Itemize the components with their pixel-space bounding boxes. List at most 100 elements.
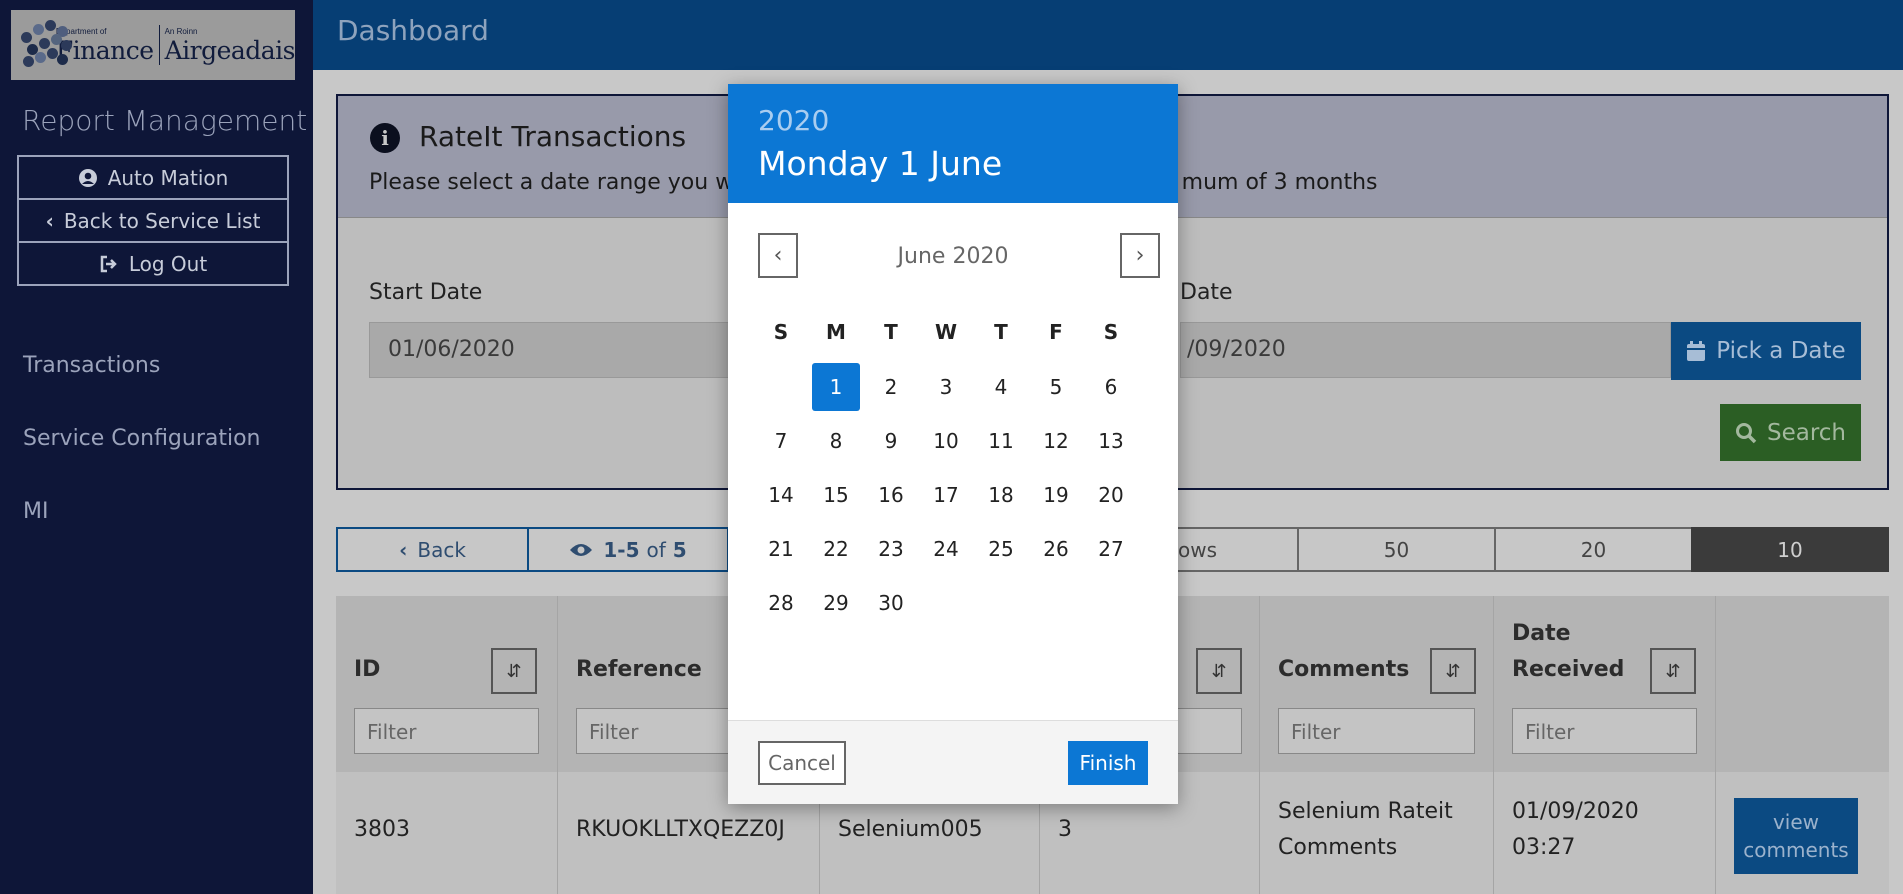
auto-mation-button[interactable]: Auto Mation [17, 155, 289, 200]
calendar-day[interactable]: 6 [1087, 363, 1135, 411]
top-bar: Dashboard [313, 0, 1903, 70]
sidebar-title: Report Management [22, 104, 308, 137]
calendar-day[interactable]: 5 [1032, 363, 1080, 411]
month-label: June 2020 [897, 244, 1009, 269]
sort-icon[interactable]: ⇵ [1196, 648, 1242, 694]
calendar-day[interactable]: 18 [977, 471, 1025, 519]
calendar-day[interactable]: 15 [812, 471, 860, 519]
cell-date-received: 01/09/2020 03:27 [1512, 799, 1639, 860]
sign-out-icon [100, 255, 117, 272]
chevron-left-icon: ‹ [45, 208, 54, 233]
back-to-service-list-label: Back to Service List [63, 208, 261, 233]
filter-date-input[interactable]: Filter [1512, 708, 1697, 754]
date-picker-footer: Cancel Finish [728, 720, 1178, 804]
calendar-day[interactable]: 4 [977, 363, 1025, 411]
log-out-button[interactable]: Log Out [17, 241, 289, 286]
header-comments: Comments [1278, 657, 1410, 682]
calendar-day[interactable]: 22 [812, 525, 860, 573]
calendar-day[interactable]: 27 [1087, 525, 1135, 573]
calendar-day[interactable]: 2 [867, 363, 915, 411]
auto-mation-label: Auto Mation [107, 165, 229, 190]
calendar-day[interactable]: 29 [812, 579, 860, 627]
sort-icon[interactable]: ⇵ [1650, 648, 1696, 694]
calendar-day[interactable]: 19 [1032, 471, 1080, 519]
back-label: Back [417, 537, 466, 562]
sidebar-item-service-configuration[interactable]: Service Configuration [23, 426, 261, 451]
header-id: ID [354, 657, 381, 682]
calendar-day[interactable]: 26 [1032, 525, 1080, 573]
view-comments-button[interactable]: view comments [1734, 798, 1858, 874]
column-comments: Comments ⇵ Filter Selenium Rateit Commen… [1260, 596, 1494, 894]
date-picker-dialog: 2020 Monday 1 June ‹ June 2020 › SMTWTFS… [728, 84, 1178, 804]
calendar-day[interactable]: 17 [922, 471, 970, 519]
log-out-label: Log Out [128, 251, 208, 276]
column-id: ID ⇵ Filter 3803 [336, 596, 558, 894]
sort-icon[interactable]: ⇵ [1430, 648, 1476, 694]
user-circle-icon [78, 168, 97, 187]
calendar-day[interactable]: 9 [867, 417, 915, 465]
finish-button[interactable]: Finish [1068, 741, 1148, 785]
cancel-button[interactable]: Cancel [758, 741, 846, 785]
weekday-header: T [884, 320, 898, 344]
date-picker-header: 2020 Monday 1 June [728, 84, 1178, 203]
cell-user: Selenium005 [838, 817, 983, 842]
next-month-button[interactable]: › [1120, 233, 1160, 278]
rows-per-page-label: ows [1176, 527, 1299, 572]
cell-id: 3803 [354, 817, 410, 842]
search-icon [1735, 422, 1757, 443]
header-date-received: Date Received [1512, 621, 1625, 682]
eye-icon [570, 543, 593, 556]
calendar-day[interactable]: 21 [757, 525, 805, 573]
calendar-day[interactable]: 28 [757, 579, 805, 627]
logo-emblem-icon [21, 20, 72, 70]
filter-id-input[interactable]: Filter [354, 708, 539, 754]
weekday-header: M [826, 320, 846, 344]
sidebar-item-mi[interactable]: MI [23, 499, 48, 524]
calendar-day[interactable]: 7 [757, 417, 805, 465]
search-button[interactable]: Search [1720, 404, 1861, 461]
calendar-day[interactable]: 16 [867, 471, 915, 519]
page-size-20[interactable]: 20 [1494, 527, 1693, 572]
calendar-day[interactable]: 3 [922, 363, 970, 411]
page-size-50[interactable]: 50 [1297, 527, 1496, 572]
calendar-day[interactable]: 13 [1087, 417, 1135, 465]
column-date-received: Date Received ⇵ Filter 01/09/2020 03:27 [1494, 596, 1716, 894]
sidebar: Department of Finance An Roinn Airgeadai… [0, 0, 313, 894]
header-reference: Reference [576, 657, 702, 682]
pick-a-date-button[interactable]: Pick a Date [1671, 322, 1861, 380]
record-count: 1-5 of 5 [527, 527, 729, 572]
pick-a-date-label: Pick a Date [1716, 338, 1846, 364]
chevron-left-icon: ‹ [399, 537, 408, 562]
picker-selected-date: Monday 1 June [758, 144, 1003, 183]
picker-year[interactable]: 2020 [758, 104, 829, 137]
calendar-day[interactable]: 23 [867, 525, 915, 573]
start-date-input[interactable]: 01/06/2020 [369, 322, 729, 378]
calendar-day[interactable]: 10 [922, 417, 970, 465]
panel-title: RateIt Transactions [419, 120, 687, 153]
weekday-header: F [1049, 320, 1063, 344]
start-date-label: Start Date [369, 280, 483, 305]
back-button[interactable]: ‹ Back [336, 527, 529, 572]
calendar-day[interactable]: 8 [812, 417, 860, 465]
page-size-10[interactable]: 10 [1691, 527, 1889, 572]
sort-icon[interactable]: ⇵ [491, 648, 537, 694]
end-date-input[interactable]: /09/2020 [1180, 322, 1671, 378]
weekday-header: S [1103, 320, 1119, 344]
calendar-day[interactable]: 30 [867, 579, 915, 627]
chevron-right-icon: › [1135, 243, 1145, 268]
calendar-day[interactable]: 14 [757, 471, 805, 519]
department-logo[interactable]: Department of Finance An Roinn Airgeadai… [11, 10, 296, 80]
calendar-day-selected[interactable]: 1 [812, 363, 860, 411]
weekday-header: T [994, 320, 1008, 344]
calendar-day[interactable]: 11 [977, 417, 1025, 465]
calendar-day[interactable]: 24 [922, 525, 970, 573]
calendar-day[interactable]: 20 [1087, 471, 1135, 519]
calendar-day[interactable]: 25 [977, 525, 1025, 573]
page-title: Dashboard [337, 14, 489, 47]
calendar-day[interactable]: 12 [1032, 417, 1080, 465]
back-to-service-list-button[interactable]: ‹ Back to Service List [17, 198, 289, 243]
filter-comments-input[interactable]: Filter [1278, 708, 1475, 754]
sidebar-item-transactions[interactable]: Transactions [23, 353, 160, 378]
info-icon: i [370, 123, 400, 153]
calendar-icon [1687, 341, 1706, 361]
